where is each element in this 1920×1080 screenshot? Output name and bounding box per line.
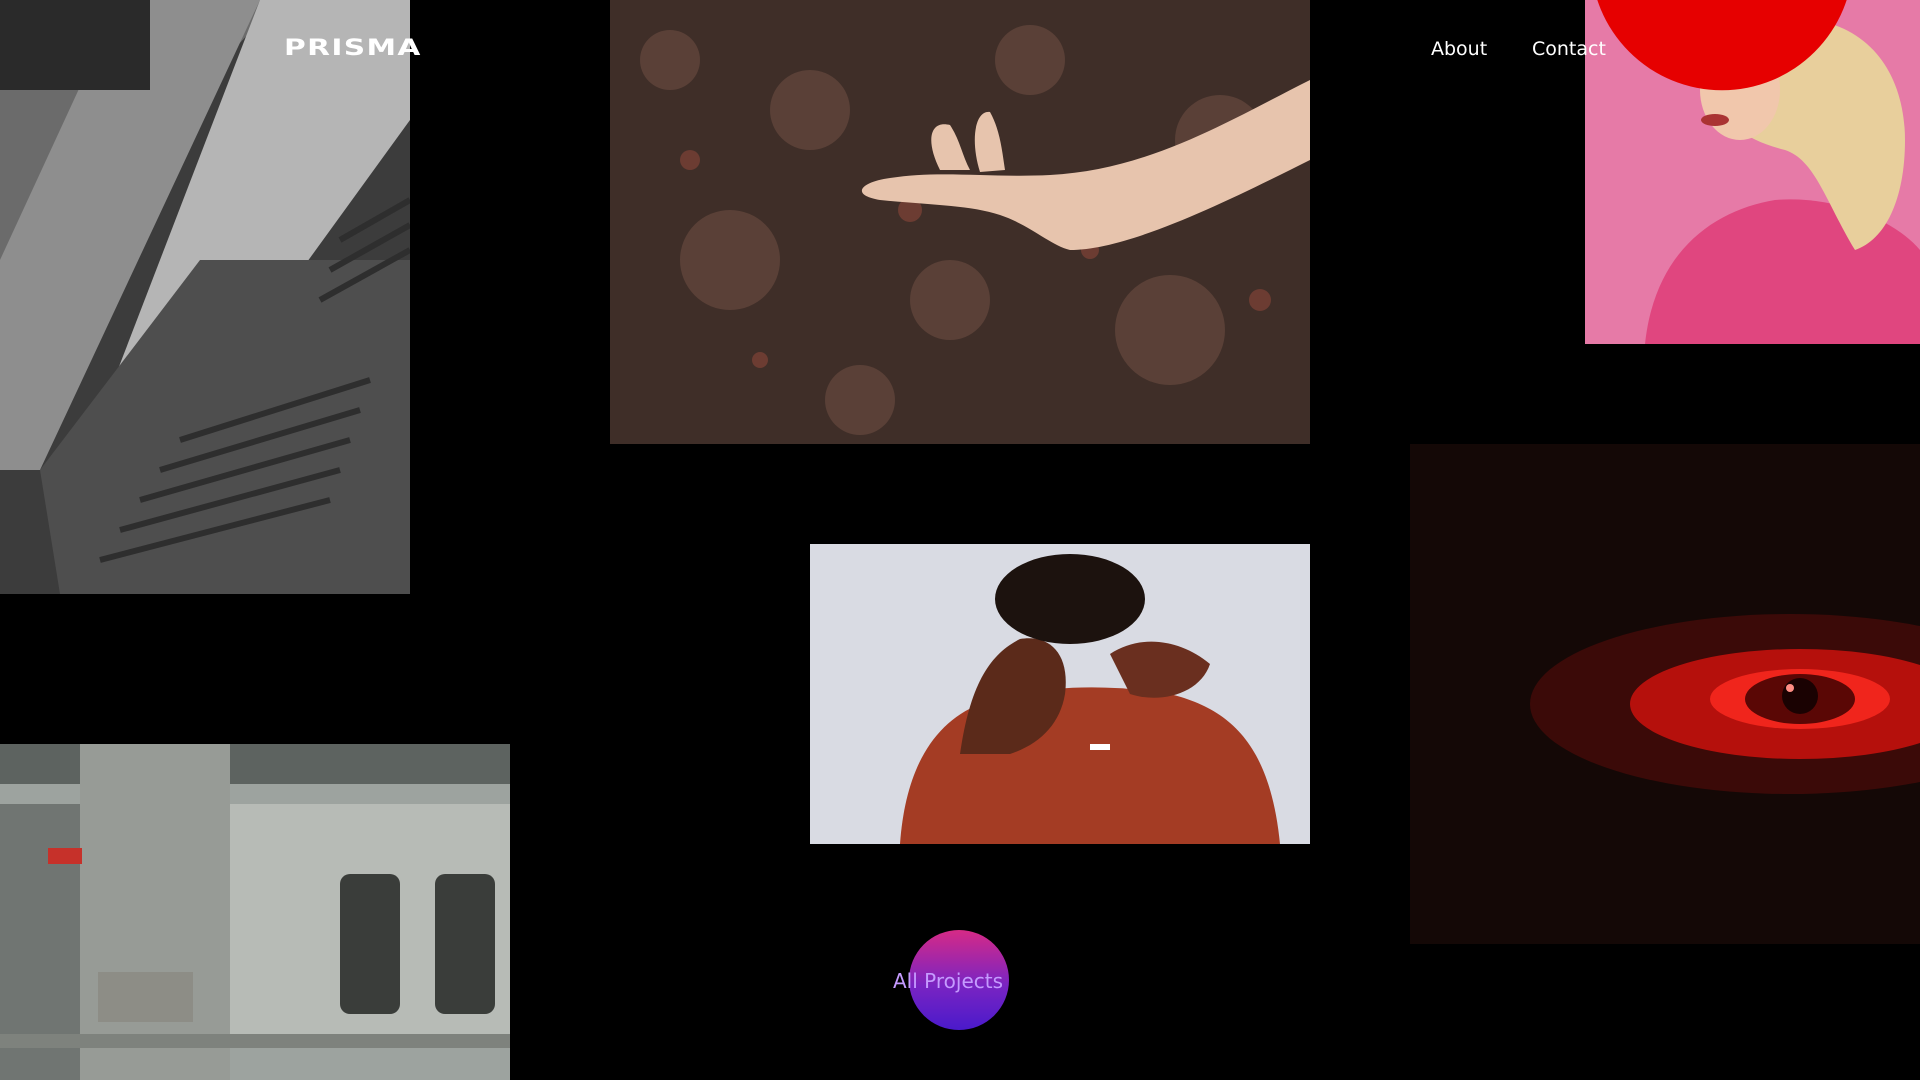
gallery-image-subway-train[interactable]	[0, 744, 510, 1080]
gallery-image-stairs[interactable]	[0, 0, 410, 594]
gallery-image-red-eye[interactable]	[1410, 444, 1920, 944]
subway-train-photo	[0, 744, 510, 1080]
brand-logo[interactable]: PRISMA	[284, 36, 422, 61]
red-suit-photo	[810, 544, 1310, 844]
nav-contact[interactable]: Contact	[1532, 38, 1606, 60]
nav-about[interactable]: About	[1431, 38, 1487, 60]
gallery-image-red-suit[interactable]	[810, 544, 1310, 844]
gallery-image-hand-soil[interactable]	[610, 0, 1310, 444]
hand-soil-photo	[610, 0, 1310, 444]
red-eye-photo	[1410, 444, 1920, 944]
stairs-photo	[0, 0, 410, 594]
all-projects-label[interactable]: All Projects	[893, 969, 1003, 993]
